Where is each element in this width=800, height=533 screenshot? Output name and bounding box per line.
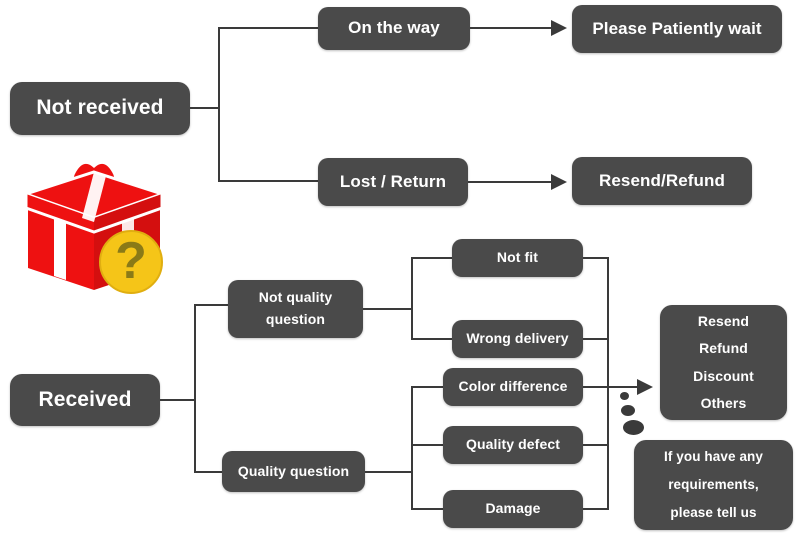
node-quality-defect[interactable]: Quality defect: [443, 426, 583, 464]
node-outcome-options[interactable]: Resend Refund Discount Others: [660, 305, 787, 420]
question-mark-badge-icon: ?: [99, 230, 163, 294]
gift-box-icon: ?: [14, 150, 174, 300]
node-lost-return-label: Lost / Return: [339, 171, 447, 191]
node-outcome-line-resend: Resend: [697, 312, 750, 329]
arrow-right-icon-to-wait: [551, 20, 567, 36]
node-requirements-note-line1: If you have any: [663, 449, 764, 465]
connector-quality-question-out: [365, 471, 413, 473]
connector-branch-to-on-the-way: [218, 27, 319, 29]
connector-outcome-collector-bar: [607, 257, 609, 509]
node-lost-return[interactable]: Lost / Return: [318, 158, 468, 206]
node-not-received-label: Not received: [36, 96, 164, 120]
connector-not-quality-fan-bar: [411, 258, 413, 340]
connector-color-difference-out: [583, 386, 609, 388]
node-not-quality-question[interactable]: Not quality question: [228, 280, 363, 338]
node-received[interactable]: Received: [10, 374, 160, 426]
connector-fan-to-not-fit: [411, 257, 453, 259]
connector-not-received-branch-bar: [218, 28, 220, 181]
connector-quality-fan-bar: [411, 387, 413, 509]
node-color-difference[interactable]: Color difference: [443, 368, 583, 406]
connector-branch-to-lost-return: [218, 180, 319, 182]
node-on-the-way[interactable]: On the way: [318, 7, 470, 50]
three-dots-icon-small: [620, 392, 629, 400]
node-wrong-delivery-label: Wrong delivery: [466, 330, 569, 347]
connector-wrong-delivery-out: [583, 338, 609, 340]
node-outcome-line-refund: Refund: [699, 340, 748, 357]
node-received-label: Received: [38, 387, 132, 411]
connector-branch-to-not-quality-question: [194, 304, 230, 306]
node-quality-question-label: Quality question: [237, 462, 350, 479]
node-damage-label: Damage: [485, 500, 541, 517]
node-damage[interactable]: Damage: [443, 490, 583, 528]
connector-on-the-way-to-wait: [470, 27, 556, 29]
node-not-received[interactable]: Not received: [10, 82, 190, 135]
arrow-right-icon-to-resend-refund: [551, 174, 567, 190]
node-outcome-line-others: Others: [700, 394, 747, 411]
connector-fan-to-wrong-delivery: [411, 338, 453, 340]
connector-lost-return-to-resend-refund: [468, 181, 556, 183]
node-color-difference-label: Color difference: [458, 378, 568, 395]
node-not-fit-label: Not fit: [496, 249, 539, 266]
three-dots-icon-medium: [621, 405, 635, 416]
node-outcome-line-discount: Discount: [693, 367, 754, 384]
node-on-the-way-label: On the way: [348, 18, 440, 38]
flowchart-canvas: Not received On the way Please Patiently…: [0, 0, 800, 533]
connector-received-branch-bar: [194, 305, 196, 473]
arrow-right-icon-to-outcome: [637, 379, 653, 395]
node-please-patiently-wait-label: Please Patiently wait: [592, 18, 762, 38]
node-resend-refund-label: Resend/Refund: [599, 170, 725, 190]
node-not-fit[interactable]: Not fit: [452, 239, 583, 277]
node-not-quality-question-label-line1: Not quality: [258, 289, 333, 306]
node-quality-question[interactable]: Quality question: [222, 451, 365, 492]
svg-text:?: ?: [115, 232, 147, 290]
three-dots-icon-large: [623, 420, 644, 435]
node-wrong-delivery[interactable]: Wrong delivery: [452, 320, 583, 358]
connector-received-stem: [160, 399, 196, 401]
node-quality-defect-label: Quality defect: [466, 436, 560, 453]
connector-not-quality-question-out: [363, 308, 413, 310]
node-resend-refund[interactable]: Resend/Refund: [572, 157, 752, 205]
node-please-patiently-wait[interactable]: Please Patiently wait: [572, 5, 782, 53]
node-requirements-note-line2: requirements,: [668, 477, 759, 493]
node-requirements-note-line3: please tell us: [670, 504, 757, 520]
connector-damage-out: [583, 508, 609, 510]
connector-quality-defect-out: [583, 444, 609, 446]
connector-not-received-stem: [190, 107, 220, 109]
node-requirements-note[interactable]: If you have any requirements, please tel…: [634, 440, 793, 530]
connector-collector-to-outcome: [607, 386, 641, 388]
connector-not-fit-out: [583, 257, 609, 259]
node-not-quality-question-label-line2: question: [265, 311, 326, 327]
connector-branch-to-quality-question: [194, 471, 224, 473]
